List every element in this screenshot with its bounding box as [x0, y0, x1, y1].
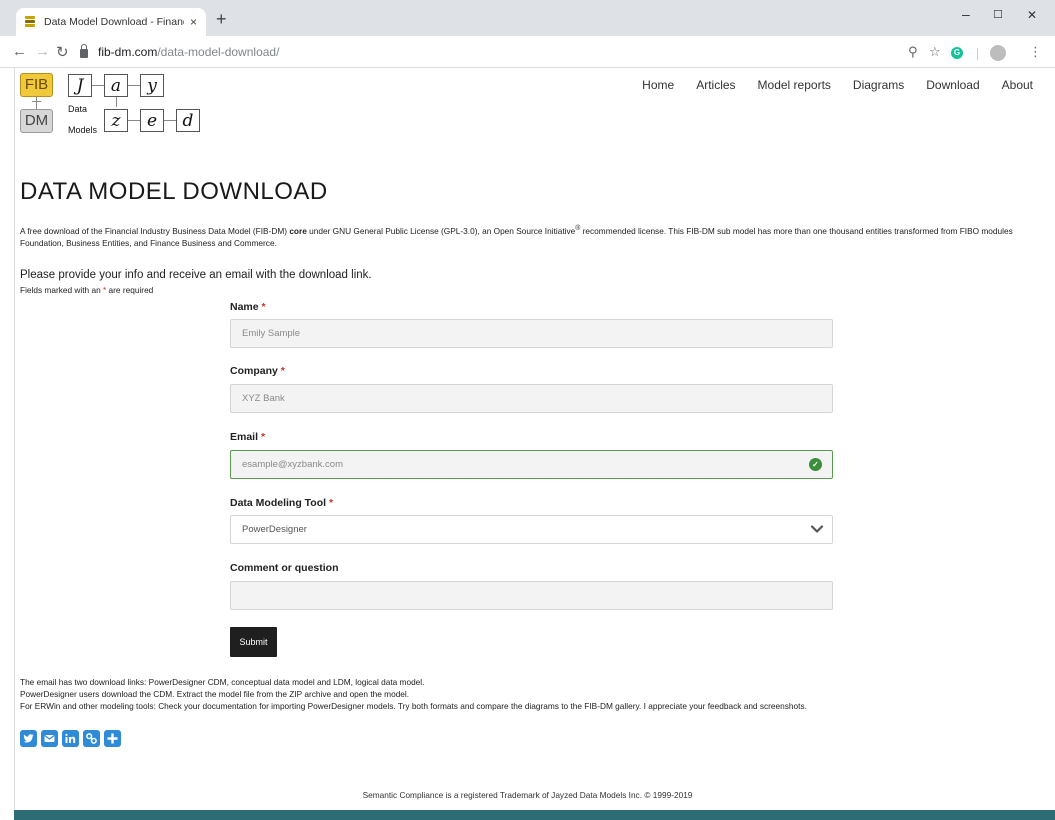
url-host: fib-dm.com [98, 45, 158, 59]
comment-label: Comment or question [230, 562, 339, 574]
logo-connector [128, 120, 140, 121]
logo-connector [92, 85, 104, 86]
page-content: FIB DM J a y Data Models z e d Home Arti… [0, 68, 1055, 820]
logo-letter: a [104, 74, 128, 97]
logo-word-data: Data [68, 104, 88, 114]
browser-menu-icon[interactable]: ⋮ [1029, 44, 1042, 60]
email-label: Email * [230, 431, 265, 443]
email-input[interactable]: esample@xyzbank.com ✓ [230, 450, 833, 479]
logo-letter: y [140, 74, 164, 97]
required-star: * [261, 301, 266, 313]
logo-connector [32, 101, 41, 102]
name-label-text: Name [230, 301, 259, 313]
logo-letter: J [68, 74, 92, 97]
logo-letter: z [104, 109, 128, 132]
lock-icon [80, 44, 88, 58]
toolbar-divider [977, 48, 978, 60]
bookmark-star-icon[interactable]: ☆ [929, 44, 941, 60]
tool-label-text: Data Modeling Tool [230, 497, 327, 509]
add-share-icon[interactable] [104, 730, 121, 747]
tool-label: Data Modeling Tool * [230, 497, 333, 509]
required-note-text: are required [106, 285, 154, 295]
intro-paragraph: A free download of the Financial Industr… [20, 223, 1040, 249]
company-value: XYZ Bank [242, 393, 285, 404]
site-favicon-icon [24, 15, 36, 29]
close-window-button[interactable]: ✕ [1027, 8, 1037, 22]
nav-about[interactable]: About [1002, 78, 1033, 92]
tool-value: PowerDesigner [242, 524, 307, 535]
minimize-button[interactable]: – [962, 6, 970, 22]
nav-model-reports[interactable]: Model reports [758, 78, 831, 92]
logo-connector [128, 85, 140, 86]
linkedin-icon[interactable] [62, 730, 79, 747]
company-label: Company * [230, 365, 285, 377]
browser-tab[interactable]: Data Model Download - Financia × [16, 8, 206, 36]
company-label-text: Company [230, 365, 278, 377]
logo-letter: d [176, 109, 200, 132]
logo-connector [36, 97, 37, 109]
logo-word-models: Models [68, 125, 98, 135]
download-note: For ERWin and other modeling tools: Chec… [20, 701, 807, 711]
share-buttons [20, 730, 121, 747]
valid-check-icon: ✓ [809, 458, 822, 471]
download-note: PowerDesigner users download the CDM. Ex… [20, 689, 410, 699]
copy-link-icon[interactable] [83, 730, 100, 747]
url-path: /data-model-download/ [157, 45, 280, 59]
reload-icon[interactable]: ↻ [56, 43, 69, 61]
name-label: Name * [230, 301, 266, 313]
logo-connector [164, 120, 176, 121]
nav-diagrams[interactable]: Diagrams [853, 78, 904, 92]
top-navigation: Home Articles Model reports Diagrams Dow… [620, 78, 1033, 92]
submit-button[interactable]: Submit [230, 627, 277, 657]
required-fields-note: Fields marked with an * are required [20, 285, 153, 295]
modeling-tool-select[interactable]: PowerDesigner [230, 515, 833, 544]
email-value: esample@xyzbank.com [242, 459, 343, 470]
required-star: * [328, 497, 334, 509]
name-value: Emily Sample [242, 328, 301, 339]
tab-title: Data Model Download - Financia [44, 16, 184, 28]
browser-address-bar: ← → ↻ fib-dm.com /data-model-download/ ⚲… [0, 36, 1055, 68]
footer-text: Semantic Compliance is a registered Trad… [362, 790, 693, 800]
logo-fib-block: FIB [20, 73, 53, 97]
twitter-icon[interactable] [20, 730, 37, 747]
name-input[interactable]: Emily Sample [230, 319, 833, 348]
tab-close-icon[interactable]: × [190, 15, 197, 29]
required-star: * [260, 431, 266, 443]
form-prompt: Please provide your info and receive an … [20, 269, 372, 281]
browser-tab-bar: Data Model Download - Financia × + – ☐ ✕ [0, 0, 1055, 36]
email-icon[interactable] [41, 730, 58, 747]
logo-letter: e [140, 109, 164, 132]
comment-input[interactable] [230, 581, 833, 610]
logo-dm-block: DM [20, 109, 53, 133]
page-left-border [14, 68, 15, 810]
site-logo[interactable]: FIB DM J a y Data Models z e d [20, 73, 210, 151]
required-note-text: Fields marked with an [20, 285, 104, 295]
url-field[interactable]: fib-dm.com /data-model-download/ [76, 41, 956, 63]
intro-text: A free download of the Financial Industr… [20, 225, 290, 236]
zoom-icon[interactable]: ⚲ [908, 44, 918, 60]
footer-bar [14, 810, 1055, 820]
nav-articles[interactable]: Articles [696, 78, 735, 92]
email-label-text: Email [230, 431, 259, 443]
page-title: DATA MODEL DOWNLOAD [20, 178, 328, 205]
back-arrow-icon[interactable]: ← [12, 43, 27, 60]
grammarly-extension-icon[interactable]: G [951, 47, 963, 59]
forward-arrow-icon[interactable]: → [35, 43, 50, 60]
chevron-down-icon [810, 525, 824, 533]
maximize-button[interactable]: ☐ [993, 8, 1003, 21]
nav-home[interactable]: Home [642, 78, 674, 92]
download-note: The email has two download links: PowerD… [20, 677, 425, 687]
profile-avatar-icon[interactable] [990, 45, 1006, 61]
nav-download[interactable]: Download [926, 78, 979, 92]
new-tab-button[interactable]: + [216, 9, 227, 30]
required-star: * [280, 365, 285, 377]
intro-text: under GNU General Public License (GPL-3.… [306, 225, 576, 236]
logo-connector [116, 97, 117, 107]
intro-bold-core: core [289, 225, 307, 236]
company-input[interactable]: XYZ Bank [230, 384, 833, 413]
